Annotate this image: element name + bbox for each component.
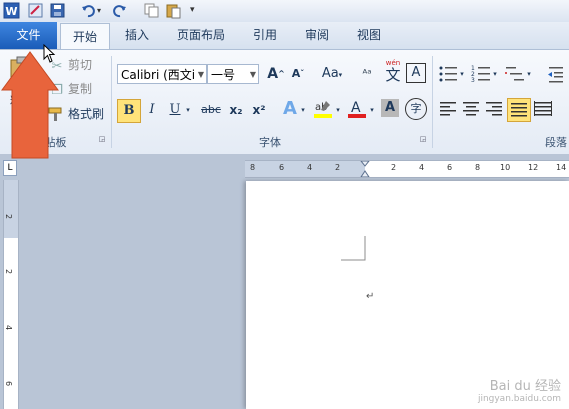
justify-icon[interactable]	[507, 98, 531, 122]
indent-marker-icon[interactable]	[360, 161, 370, 177]
ruler-tick: 6	[447, 163, 453, 172]
ruler-tick: 2	[4, 268, 14, 275]
tab-page-layout[interactable]: 页面布局	[166, 22, 236, 49]
char-border-icon[interactable]: A	[406, 63, 426, 83]
tab-insert[interactable]: 插入	[113, 22, 161, 49]
strikethrough-button[interactable]: abc	[198, 99, 224, 121]
numbering-icon[interactable]: 123	[470, 63, 492, 85]
multilevel-dropdown-icon[interactable]: ▾	[525, 63, 533, 85]
align-left-icon[interactable]	[437, 98, 459, 120]
bullets-dropdown-icon[interactable]: ▾	[458, 63, 466, 85]
ruler-tick: 2	[391, 163, 397, 172]
bold-button[interactable]: B	[117, 99, 141, 123]
ruler-tick: 12	[528, 163, 539, 172]
ruler-tick: 8	[250, 163, 256, 172]
font-name-combo[interactable]: Calibri (西文i ▼	[117, 64, 207, 84]
tab-view[interactable]: 视图	[346, 22, 392, 49]
grow-font-icon[interactable]: A^	[265, 63, 287, 85]
decrease-indent-icon[interactable]	[545, 63, 567, 85]
ruler-tick: 8	[475, 163, 481, 172]
group-separator	[111, 56, 112, 148]
align-right-icon[interactable]	[483, 98, 505, 120]
subscript-button[interactable]: x₂	[225, 99, 247, 121]
text-effects-dropdown-icon[interactable]: ▾	[298, 99, 308, 121]
shrink-font-icon[interactable]: Aˇ	[287, 63, 309, 85]
ruler-tick: 10	[500, 163, 511, 172]
char-shading-icon[interactable]: A	[381, 99, 399, 117]
paragraph-group-label: 段落	[545, 136, 567, 149]
grow-font-glyph: A	[267, 66, 279, 82]
font-launcher-icon[interactable]: ◲	[418, 134, 428, 144]
cut-button[interactable]: 剪切	[68, 54, 92, 76]
font-color-icon[interactable]: A	[346, 97, 368, 119]
font-color-dropdown-icon[interactable]: ▾	[367, 99, 377, 121]
ruler-margin-left	[245, 161, 365, 177]
ruler-tick: 14	[556, 163, 567, 172]
ribbon-home: 粘 ✂ 剪切 ❐ 复制 格式刷 剪贴板 ◲ Calibri (西文i ▼ 一号 …	[0, 49, 569, 155]
undo-icon[interactable]	[80, 2, 97, 19]
svg-text:A: A	[351, 100, 361, 116]
ruler-tick: 4	[307, 163, 313, 172]
ruler-tick: 4	[419, 163, 425, 172]
svg-text:W: W	[5, 5, 17, 18]
margin-corner-mark	[341, 236, 366, 261]
group-separator	[432, 56, 433, 148]
numbering-dropdown-icon[interactable]: ▾	[491, 63, 499, 85]
pinyin-guide-icon[interactable]: wén 文	[380, 59, 406, 85]
undo-dropdown-icon[interactable]: ▾	[97, 2, 105, 19]
word-icon[interactable]: W	[3, 2, 20, 19]
copy-button[interactable]: 复制	[68, 78, 92, 100]
font-size-combo[interactable]: 一号 ▼	[207, 64, 259, 84]
superscript-button[interactable]: x²	[248, 99, 270, 121]
redo-icon[interactable]	[111, 2, 128, 19]
chevron-down-icon: ▼	[197, 70, 204, 79]
chevron-down-icon: ▼	[249, 70, 256, 79]
ruler-margin-top	[4, 180, 18, 238]
ruler-tick: 2	[335, 163, 341, 172]
ruler-tick: 6	[4, 380, 14, 387]
layout-icon[interactable]	[27, 2, 44, 19]
watermark: Bai du 经验 jingyan.baidu.com	[478, 375, 561, 404]
vertical-ruler[interactable]: 2 2 4 6	[3, 180, 19, 409]
svg-text:3: 3	[471, 77, 475, 84]
underline-dropdown-icon[interactable]: ▾	[183, 99, 193, 121]
font-name-value: Calibri (西文i	[121, 68, 196, 82]
clipboard-launcher-icon[interactable]: ◲	[97, 134, 107, 144]
format-painter-button[interactable]: 格式刷	[68, 103, 104, 125]
ribbon-tabs: 文件 开始 插入 页面布局 引用 审阅 视图	[0, 22, 569, 50]
highlight-dropdown-icon[interactable]: ▾	[333, 99, 343, 121]
paste-icon[interactable]	[165, 2, 182, 19]
distribute-icon[interactable]	[532, 98, 554, 120]
change-case-glyph: Aa	[321, 66, 339, 81]
horizontal-ruler[interactable]: 8 6 4 2 2 4 6 8 10 12 14	[245, 160, 569, 178]
ruler-tick: 6	[279, 163, 285, 172]
ruler-tick: 2	[4, 213, 14, 220]
highlight-icon[interactable]: ab	[312, 97, 334, 119]
italic-button[interactable]: I	[141, 99, 163, 121]
customize-qat-icon[interactable]: ▾	[190, 2, 200, 19]
paragraph-mark-icon: ↵	[366, 291, 375, 302]
quick-access-toolbar: W ▾ ▾	[0, 0, 569, 23]
tab-stop-selector[interactable]: L	[3, 160, 17, 176]
multilevel-list-icon[interactable]	[504, 63, 526, 85]
mouse-cursor-icon	[43, 44, 56, 63]
shrink-font-glyph: A	[291, 67, 301, 80]
font-group-label: 字体	[259, 136, 281, 149]
tab-review[interactable]: 审阅	[294, 22, 340, 49]
save-icon[interactable]	[49, 2, 66, 19]
tab-home[interactable]: 开始	[60, 23, 110, 50]
enclose-char-icon[interactable]: 字	[405, 98, 427, 120]
tab-references[interactable]: 引用	[242, 22, 288, 49]
clear-format-icon[interactable]: ᴬᵃ	[356, 63, 378, 85]
watermark-line1: Bai du 经验	[489, 379, 561, 394]
ruler-tick: 4	[4, 324, 14, 331]
bullets-icon[interactable]	[437, 63, 459, 85]
align-center-icon[interactable]	[460, 98, 482, 120]
watermark-line2: jingyan.baidu.com	[477, 394, 561, 404]
change-case-icon[interactable]: Aa▾	[318, 63, 346, 85]
font-size-value: 一号	[211, 68, 236, 82]
copy-icon[interactable]	[143, 2, 160, 19]
pinyin-char: 文	[385, 66, 401, 84]
